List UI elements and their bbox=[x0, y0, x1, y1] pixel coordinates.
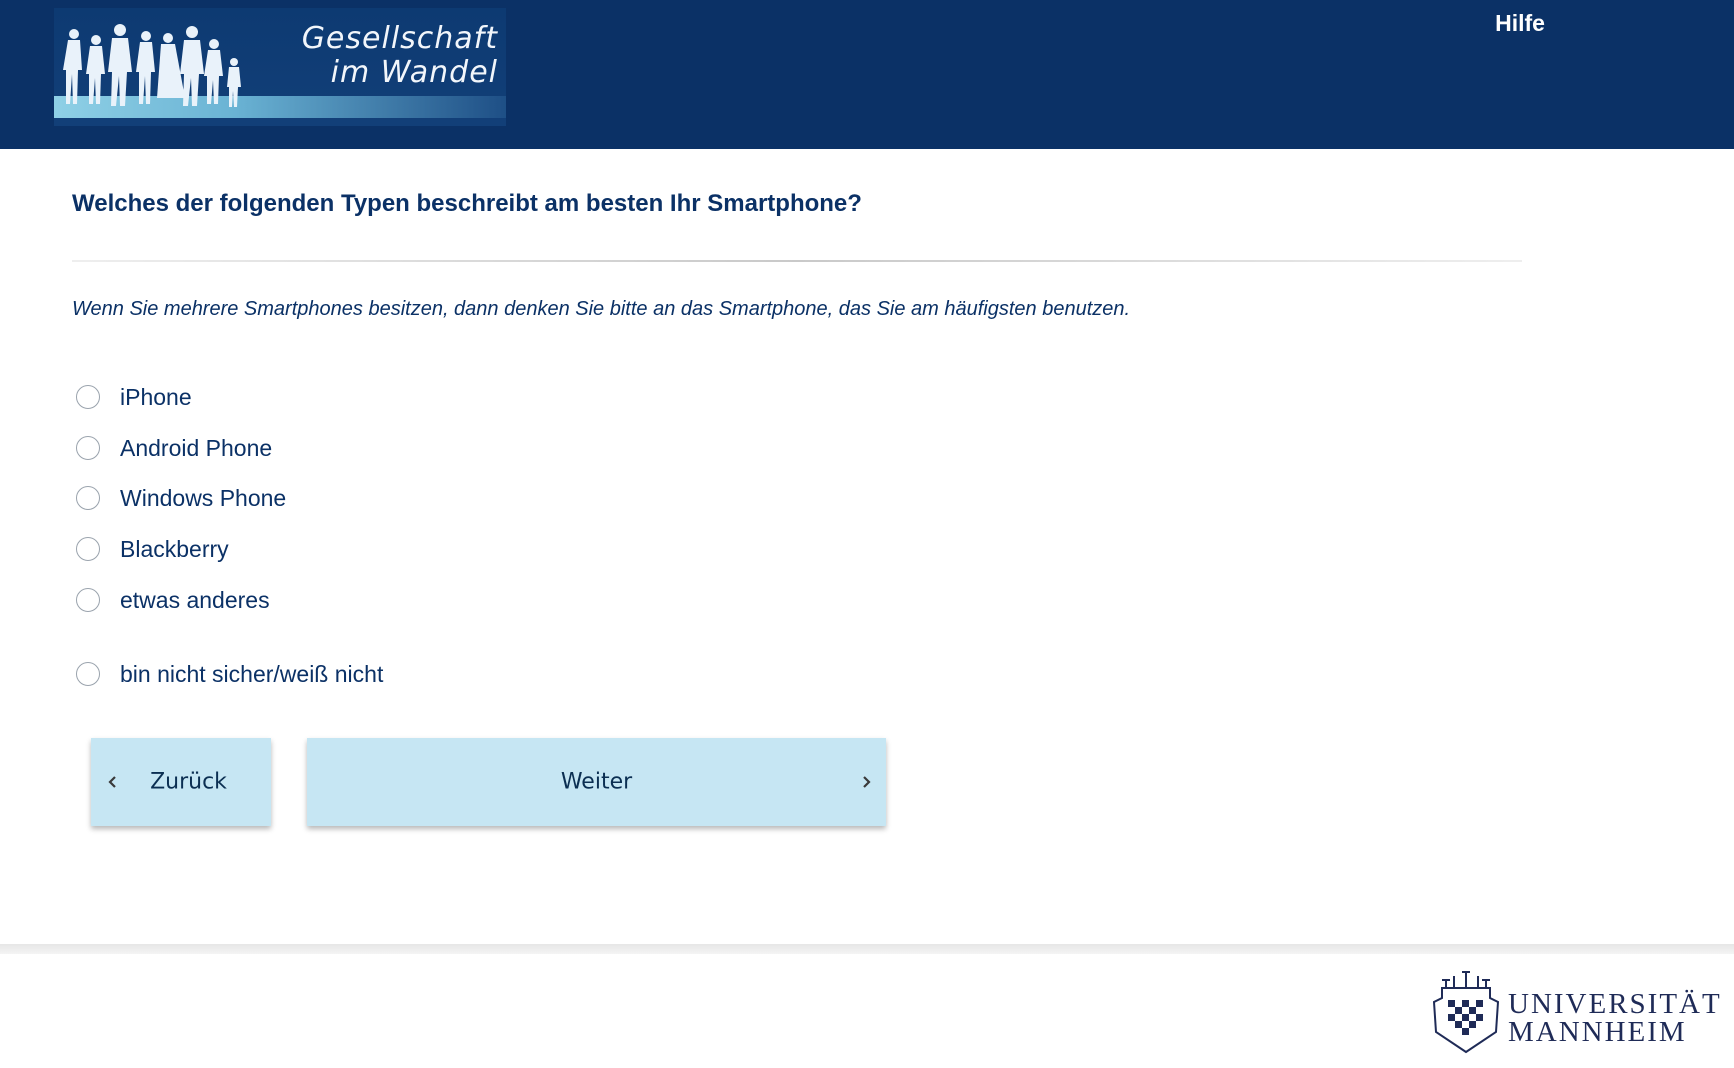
back-button-label: Zurück bbox=[150, 769, 227, 795]
radio-button[interactable] bbox=[76, 486, 100, 510]
university-logo: UNIVERSITÄT MANNHEIM bbox=[1426, 970, 1726, 1060]
footer-divider bbox=[0, 944, 1734, 954]
university-name-line-1: UNIVERSITÄT bbox=[1508, 988, 1722, 1020]
site-logo: Gesellschaft im Wandel bbox=[54, 8, 506, 126]
option-label: etwas anderes bbox=[120, 586, 270, 613]
option-label: Blackberry bbox=[120, 535, 229, 562]
header-bar: Gesellschaft im Wandel Hilfe bbox=[0, 0, 1734, 149]
people-silhouettes-icon bbox=[63, 24, 241, 107]
university-crest-icon bbox=[1432, 971, 1500, 1054]
university-name: UNIVERSITÄT MANNHEIM bbox=[1508, 988, 1722, 1048]
option-windows-phone[interactable]: Windows Phone bbox=[76, 481, 286, 515]
option-label: Windows Phone bbox=[120, 484, 287, 511]
next-button-label: Weiter bbox=[560, 769, 633, 795]
option-label: bin nicht sicher/weiß nicht bbox=[120, 660, 384, 687]
radio-button[interactable] bbox=[76, 588, 100, 612]
radio-button[interactable] bbox=[76, 662, 100, 686]
radio-button[interactable] bbox=[76, 537, 100, 561]
option-blackberry[interactable]: Blackberry bbox=[76, 532, 229, 566]
back-button[interactable]: Zurück bbox=[91, 738, 271, 826]
logo-line-2: im Wandel bbox=[330, 55, 498, 90]
question-title: Welches der folgenden Typen beschreibt a… bbox=[72, 190, 862, 217]
option-nicht-sicher[interactable]: bin nicht sicher/weiß nicht bbox=[76, 657, 383, 691]
next-button[interactable]: Weiter bbox=[307, 738, 886, 826]
question-instruction: Wenn Sie mehrere Smartphones besitzen, d… bbox=[72, 298, 1131, 320]
radio-button[interactable] bbox=[76, 385, 100, 409]
radio-button[interactable] bbox=[76, 436, 100, 460]
option-label: iPhone bbox=[120, 383, 192, 410]
option-etwas-anderes[interactable]: etwas anderes bbox=[76, 583, 270, 617]
logo-line-1: Gesellschaft bbox=[301, 21, 498, 56]
chevron-right-icon bbox=[863, 776, 871, 788]
option-android-phone[interactable]: Android Phone bbox=[76, 431, 272, 465]
option-label: Android Phone bbox=[120, 434, 273, 461]
divider bbox=[72, 260, 1522, 262]
option-iphone[interactable]: iPhone bbox=[76, 380, 192, 414]
university-name-line-2: MANNHEIM bbox=[1508, 1016, 1687, 1048]
logo-text: Gesellschaft im Wandel bbox=[268, 22, 498, 90]
help-link[interactable]: Hilfe bbox=[1470, 10, 1570, 37]
